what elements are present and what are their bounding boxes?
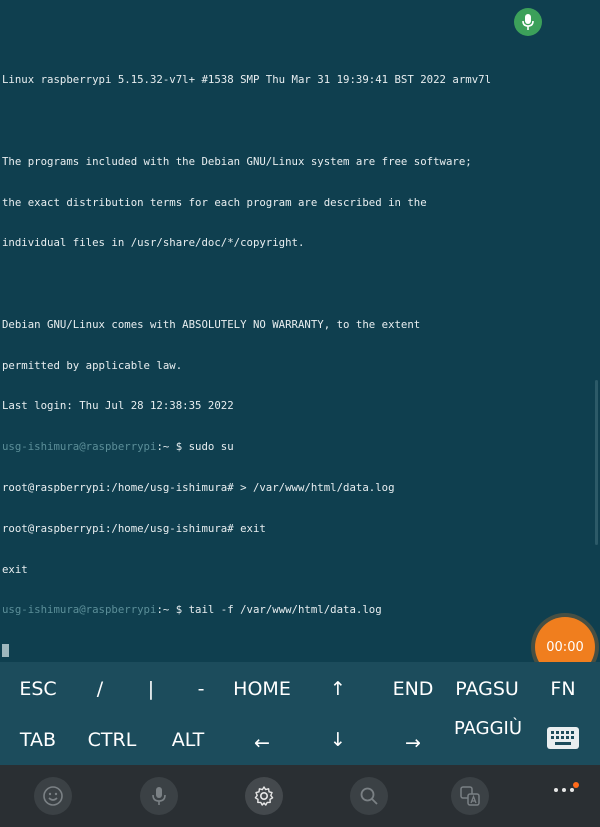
mic-icon [152,787,166,805]
terminal-screen[interactable]: Linux raspberrypi 5.15.32-v7l+ #1538 SMP… [0,0,600,662]
keyboard-toggle-button[interactable] [546,726,580,755]
terminal-line: permitted by applicable law. [2,358,183,372]
translate-button[interactable] [451,777,489,815]
terminal-line: root@raspberrypi:/home/usg-ishimura# exi… [2,521,266,535]
key-left-arrow[interactable]: ← [254,732,270,754]
terminal-line: the exact distribution terms for each pr… [2,195,427,209]
key-slash[interactable]: / [97,678,103,700]
terminal-line: usg-ishimura@raspberrypi:~ $ sudo su [2,440,234,454]
prompt-user: usg-ishimura@raspberrypi [2,603,157,617]
terminal-line: exit [2,562,28,576]
key-alt[interactable]: ALT [172,729,205,751]
extra-keys-bar: ESC / | - HOME ↑ END PAGSU FN TAB CTRL A… [0,662,600,765]
text-cursor [2,644,9,658]
terminal-line: usg-ishimura@raspberrypi:~ $ tail -f /va… [2,603,382,617]
search-button[interactable] [350,777,388,815]
key-fn[interactable]: FN [550,678,575,700]
terminal-line: The programs included with the Debian GN… [2,154,472,168]
terminal-line: Debian GNU/Linux comes with ABSOLUTELY N… [2,317,421,331]
bottom-toolbar [0,765,600,827]
prompt-user: usg-ishimura@raspberrypi [2,440,157,454]
recording-timer: 00:00 [546,639,584,655]
key-pipe[interactable]: | [148,678,154,700]
voice-button[interactable] [140,777,178,815]
terminal-line: Linux raspberrypi 5.15.32-v7l+ #1538 SMP… [2,73,492,87]
terminal-scrollbar[interactable] [595,380,598,545]
key-esc[interactable]: ESC [19,678,56,700]
key-end[interactable]: END [393,678,434,700]
key-right-arrow[interactable]: → [405,732,421,754]
terminal-line: individual files in /usr/share/doc/*/cop… [2,236,305,250]
terminal-output: Linux raspberrypi 5.15.32-v7l+ #1538 SMP… [2,46,491,662]
key-dash[interactable]: - [198,678,205,700]
terminal-line: Last login: Thu Jul 28 12:38:35 2022 [2,399,234,413]
terminal-cursor-line [2,644,491,658]
terminal-line: root@raspberrypi:/home/usg-ishimura# > /… [2,481,395,494]
key-down-arrow[interactable]: ↓ [330,729,346,751]
emoji-button[interactable] [34,777,72,815]
translate-icon [460,786,480,806]
key-page-down[interactable]: PAGGIÙ [453,718,523,740]
emoji-icon [43,786,63,806]
notification-dot [573,782,579,788]
key-ctrl[interactable]: CTRL [88,729,137,751]
keyboard-icon [547,727,579,749]
search-icon [360,787,378,805]
key-up-arrow[interactable]: ↑ [330,678,346,700]
more-icon[interactable] [554,788,574,792]
key-tab[interactable]: TAB [20,729,56,751]
mic-icon [522,14,534,30]
key-home[interactable]: HOME [233,678,291,700]
settings-icon [254,786,274,806]
voice-input-button[interactable] [514,8,542,36]
settings-button[interactable] [245,777,283,815]
key-page-up[interactable]: PAGSU [455,678,519,700]
